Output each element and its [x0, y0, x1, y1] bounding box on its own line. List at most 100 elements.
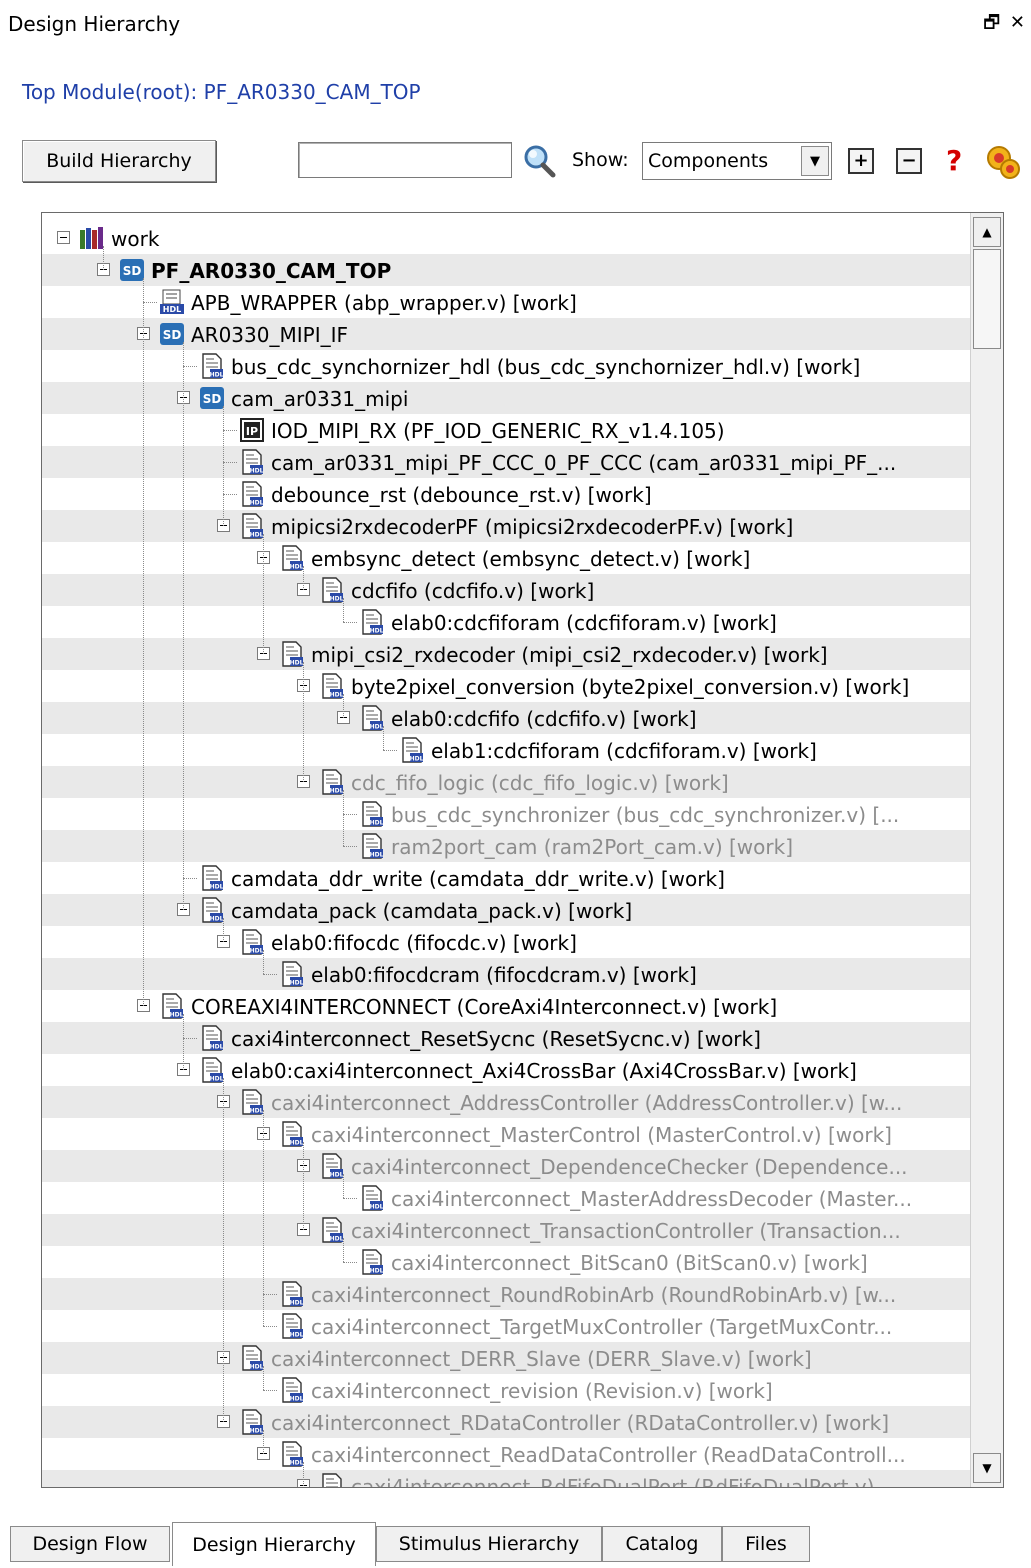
tree-row[interactable]: HDL camdata_pack (camdata_pack.v) [work]: [42, 894, 972, 926]
tree-row[interactable]: HDL cdc_fifo_logic (cdc_fifo_logic.v) [wo…: [42, 766, 972, 798]
tree-row-label: caxi4interconnect_ReadDataController (Re…: [311, 1443, 906, 1467]
svg-text:HDL: HDL: [250, 1428, 264, 1435]
tree-row[interactable]: HDL caxi4interconnect_TargetMuxController…: [42, 1310, 972, 1342]
svg-text:HDL: HDL: [330, 1236, 344, 1243]
tree-connector: [343, 1198, 357, 1199]
tree-row-label: camdata_ddr_write (camdata_ddr_write.v) …: [231, 867, 725, 891]
expand-all-button[interactable]: +: [848, 148, 874, 174]
tree-row[interactable]: HDL caxi4interconnect_RdFifoDualPort (RdF…: [42, 1470, 972, 1487]
hdl-file-icon: HDL: [239, 929, 265, 955]
tree-connector: [183, 1038, 197, 1039]
hdl-file-icon: HDL: [319, 673, 345, 699]
tree-row-label: mipi_csi2_rxdecoder (mipi_csi2_rxdecoder…: [311, 643, 828, 667]
tab-design-flow[interactable]: Design Flow: [10, 1526, 170, 1562]
chevron-down-icon[interactable]: ▼: [801, 146, 829, 176]
tree-row-label: caxi4interconnect_TransactionController …: [351, 1219, 901, 1243]
tree-row[interactable]: HDL caxi4interconnect_BitScan0 (BitScan0.…: [42, 1246, 972, 1278]
tree-row[interactable]: HDL caxi4interconnect_DependenceChecker (…: [42, 1150, 972, 1182]
tree-row-label: elab0:caxi4interconnect_Axi4CrossBar (Ax…: [231, 1059, 857, 1083]
tree-row-label: IOD_MIPI_RX (PF_IOD_GENERIC_RX_v1.4.105): [271, 419, 725, 443]
collapse-toggle-icon[interactable]: [57, 231, 70, 244]
tree-row[interactable]: HDL caxi4interconnect_revision (Revision.…: [42, 1374, 972, 1406]
hdl-file-icon: HDL: [319, 1153, 345, 1179]
tree-row[interactable]: HDL caxi4interconnect_ResetSycnc (ResetSy…: [42, 1022, 972, 1054]
help-icon[interactable]: ?: [946, 144, 962, 177]
tree-connector: [263, 1390, 277, 1391]
show-filter-value: Components: [648, 150, 769, 172]
tree-row[interactable]: HDL bus_cdc_synchronizer (bus_cdc_synchro…: [42, 798, 972, 830]
search-input[interactable]: [298, 142, 512, 178]
tree-connector: [223, 918, 224, 942]
tree-row[interactable]: HDL COREAXI4INTERCONNECT (CoreAxi4Interco…: [42, 990, 972, 1022]
hdl-file-icon: HDL: [199, 897, 225, 923]
svg-text:HDL: HDL: [410, 756, 424, 763]
tree-connector: [303, 566, 304, 590]
scroll-down-button[interactable]: ▼: [973, 1453, 1001, 1483]
svg-text:HDL: HDL: [330, 1172, 344, 1179]
tree-row[interactable]: HDL cam_ar0331_mipi_PF_CCC_0_PF_CCC (cam_…: [42, 446, 972, 478]
tree-row-label: ram2port_cam (ram2Port_cam.v) [work]: [391, 835, 794, 859]
tree-row[interactable]: HDL caxi4interconnect_RDataController (RD…: [42, 1406, 972, 1438]
tab-catalog[interactable]: Catalog: [602, 1526, 722, 1562]
tree-row[interactable]: HDL byte2pixel_conversion (byte2pixel_con…: [42, 670, 972, 702]
scroll-up-button[interactable]: ▲: [973, 217, 1001, 247]
tree-row[interactable]: HDL caxi4interconnect_TransactionControll…: [42, 1214, 972, 1246]
tree-row[interactable]: HDL mipicsi2rxdecoderPF (mipicsi2rxdecode…: [42, 510, 972, 542]
svg-text:HDL: HDL: [290, 1140, 304, 1147]
tree-row-label: APB_WRAPPER (abp_wrapper.v) [work]: [191, 291, 577, 315]
tree-connector: [263, 950, 264, 974]
tree-row[interactable]: IP IOD_MIPI_RX (PF_IOD_GENERIC_RX_v1.4.10…: [42, 414, 972, 446]
svg-text:HDL: HDL: [163, 305, 181, 314]
hdl-file-icon: HDL: [239, 1089, 265, 1115]
tree-row[interactable]: HDL elab0:cdcfifo (cdcfifo.v) [work]: [42, 702, 972, 734]
tree-row[interactable]: HDL elab0:cdcfiforam (cdcfiforam.v) [work…: [42, 606, 972, 638]
tree-row[interactable]: HDL cdcfifo (cdcfifo.v) [work]: [42, 574, 972, 606]
tree-row[interactable]: HDL APB_WRAPPER (abp_wrapper.v) [work]: [42, 286, 972, 318]
hierarchy-tree[interactable]: work SD PF_AR0330_CAM_TOP HDL APB_WRAPPER (a…: [41, 212, 1004, 1488]
tree-row-label: cdcfifo (cdcfifo.v) [work]: [351, 579, 595, 603]
tree-row[interactable]: SD AR0330_MIPI_IF: [42, 318, 972, 350]
tree-row[interactable]: HDL elab0:caxi4interconnect_Axi4CrossBar …: [42, 1054, 972, 1086]
tree-row-label: embsync_detect (embsync_detect.v) [work]: [311, 547, 751, 571]
tree-row[interactable]: HDL elab0:fifocdc (fifocdc.v) [work]: [42, 926, 972, 958]
tree-row[interactable]: HDL caxi4interconnect_AddressController (…: [42, 1086, 972, 1118]
tree-row[interactable]: HDL elab0:fifocdcram (fifocdcram.v) [work…: [42, 958, 972, 990]
svg-text:HDL: HDL: [210, 1076, 224, 1083]
svg-text:HDL: HDL: [330, 596, 344, 603]
tree-row-label: debounce_rst (debounce_rst.v) [work]: [271, 483, 652, 507]
tree-row[interactable]: HDL elab1:cdcfiforam (cdcfiforam.v) [work…: [42, 734, 972, 766]
tree-row-label: byte2pixel_conversion (byte2pixel_conver…: [351, 675, 910, 699]
bottom-tab-bar: Design Flow Design Hierarchy Stimulus Hier…: [0, 1522, 1031, 1568]
svg-text:HDL: HDL: [290, 660, 304, 667]
show-filter-select[interactable]: Components ▼: [642, 142, 832, 180]
ip-core-icon: IP: [239, 417, 265, 443]
tree-row[interactable]: HDL caxi4interconnect_DERR_Slave (DERR_Sl…: [42, 1342, 972, 1374]
tree-row[interactable]: HDL ram2port_cam (ram2Port_cam.v) [work]: [42, 830, 972, 862]
tree-row[interactable]: HDL camdata_ddr_write (camdata_ddr_write.…: [42, 862, 972, 894]
hdl-file-icon: HDL: [319, 1217, 345, 1243]
tree-row[interactable]: SD PF_AR0330_CAM_TOP: [42, 254, 972, 286]
vertical-scrollbar[interactable]: ▲ ▼: [970, 213, 1003, 1487]
collapse-all-button[interactable]: −: [896, 148, 922, 174]
build-hierarchy-button[interactable]: Build Hierarchy: [22, 140, 216, 182]
tree-row-label: elab0:fifocdcram (fifocdcram.v) [work]: [311, 963, 697, 987]
tree-row-label: caxi4interconnect_revision (Revision.v) …: [311, 1379, 773, 1403]
scroll-thumb[interactable]: [973, 249, 1001, 349]
tab-files[interactable]: Files: [722, 1526, 810, 1562]
tree-row[interactable]: work: [42, 222, 972, 254]
tree-row[interactable]: HDL caxi4interconnect_MasterAddressDecode…: [42, 1182, 972, 1214]
tree-row[interactable]: HDL mipi_csi2_rxdecoder (mipi_csi2_rxdeco…: [42, 638, 972, 670]
tree-connector: [343, 846, 357, 847]
tree-row[interactable]: HDL caxi4interconnect_ReadDataController …: [42, 1438, 972, 1470]
tab-design-hierarchy[interactable]: Design Hierarchy: [172, 1522, 376, 1566]
tree-row[interactable]: HDL caxi4interconnect_MasterControl (Mast…: [42, 1118, 972, 1150]
tab-stimulus-hierarchy[interactable]: Stimulus Hierarchy: [376, 1526, 602, 1562]
tree-row[interactable]: HDL debounce_rst (debounce_rst.v) [work]: [42, 478, 972, 510]
tree-row[interactable]: HDL caxi4interconnect_RoundRobinArb (Roun…: [42, 1278, 972, 1310]
settings-gear-icon[interactable]: [985, 144, 1021, 180]
search-icon[interactable]: [522, 144, 556, 178]
tree-row[interactable]: HDL embsync_detect (embsync_detect.v) [wo…: [42, 542, 972, 574]
tree-row[interactable]: SD cam_ar0331_mipi: [42, 382, 972, 414]
window-controls[interactable]: 🗗 ✕: [983, 10, 1027, 40]
tree-row[interactable]: HDL bus_cdc_synchornizer_hdl (bus_cdc_syn…: [42, 350, 972, 382]
